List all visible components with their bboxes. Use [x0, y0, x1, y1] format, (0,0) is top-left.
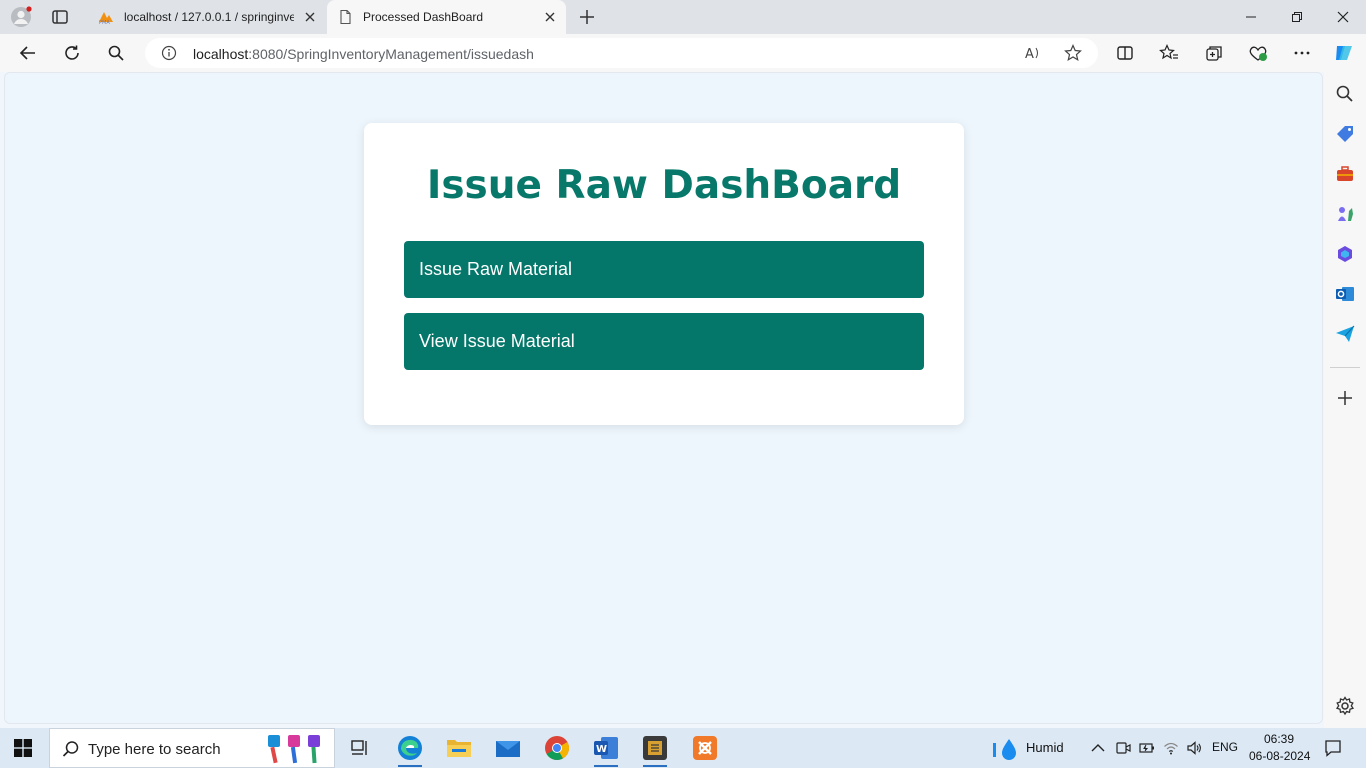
split-screen-icon — [1117, 46, 1133, 60]
shopping-tag-icon[interactable] — [1335, 124, 1355, 144]
copilot-button[interactable] — [1333, 42, 1355, 64]
collections-icon — [1206, 46, 1222, 61]
taskbar-search-box[interactable]: Type here to search — [49, 728, 335, 768]
taskbar-chrome[interactable] — [542, 733, 572, 763]
phpmyadmin-icon: PMA — [99, 12, 113, 25]
chevron-up-icon[interactable] — [1090, 740, 1106, 756]
search-icon — [108, 45, 124, 61]
weather-label[interactable]: Humid — [1026, 740, 1064, 755]
address-bar[interactable]: localhost:8080/SpringInventoryManagement… — [145, 38, 1098, 68]
notification-center-icon[interactable] — [1324, 739, 1342, 757]
refresh-button[interactable] — [61, 42, 83, 64]
edge-browser-icon — [398, 736, 422, 760]
browser-toolbar: localhost:8080/SpringInventoryManagement… — [0, 34, 1366, 72]
wifi-icon[interactable] — [1163, 740, 1179, 756]
windows-taskbar: Type here to search W Humid ENG 06:39 06… — [0, 728, 1366, 768]
tab-title: Processed DashBoard — [363, 10, 484, 24]
battery-icon[interactable] — [1139, 740, 1155, 756]
search-button[interactable] — [105, 42, 127, 64]
taskbar-word[interactable]: W — [591, 733, 621, 767]
tab-processed-dashboard[interactable]: Processed DashBoard — [327, 0, 566, 34]
copilot-icon — [1336, 46, 1352, 60]
task-view-icon — [351, 740, 367, 755]
view-issue-material-button[interactable]: View Issue Material — [404, 313, 924, 370]
tab-actions-icon[interactable] — [50, 7, 70, 27]
back-button[interactable] — [17, 42, 39, 64]
more-dots-icon — [1294, 51, 1310, 55]
url-host: localhost — [193, 46, 249, 62]
minimize-icon — [1246, 16, 1256, 18]
windows-start-icon[interactable] — [14, 739, 32, 757]
new-tab-icon[interactable] — [577, 7, 597, 27]
refresh-icon — [65, 45, 79, 60]
collections-button[interactable] — [1203, 42, 1225, 64]
read-aloud-icon[interactable]: A — [1024, 44, 1042, 62]
back-arrow-icon — [19, 46, 35, 60]
outlook-icon[interactable] — [1335, 284, 1355, 304]
search-placeholder: Type here to search — [88, 741, 221, 758]
url-text[interactable]: localhost:8080/SpringInventoryManagement… — [193, 46, 534, 62]
folder-icon — [447, 740, 471, 757]
split-screen-button[interactable] — [1114, 42, 1136, 64]
favorites-list-icon — [1159, 44, 1178, 60]
svg-text:W: W — [596, 744, 607, 755]
tab-title: localhost / 127.0.0.1 / springinve — [124, 10, 294, 24]
mail-icon — [496, 741, 520, 757]
word-icon: W — [594, 737, 618, 759]
send-message-icon[interactable] — [1335, 324, 1355, 344]
close-window-button[interactable] — [1320, 0, 1366, 34]
weather-humid-icon[interactable] — [992, 737, 1020, 761]
search-icon — [62, 741, 79, 757]
xampp-icon — [693, 736, 717, 760]
restore-icon — [1292, 12, 1302, 22]
clock-date[interactable]: 06-08-2024 — [1249, 749, 1310, 763]
close-tab-icon[interactable] — [302, 9, 318, 25]
search-highlight-paintbrush-icon — [268, 735, 320, 764]
issue-raw-material-button[interactable]: Issue Raw Material — [404, 241, 924, 298]
browser-essentials-button[interactable] — [1247, 42, 1269, 64]
tools-briefcase-icon[interactable] — [1335, 164, 1355, 184]
edge-sidebar — [1324, 72, 1366, 728]
favorites-button[interactable] — [1158, 42, 1180, 64]
minimize-button[interactable] — [1228, 0, 1274, 34]
task-view-button[interactable] — [345, 733, 375, 763]
taskbar-xampp[interactable] — [690, 733, 720, 763]
close-tab-icon[interactable] — [542, 9, 558, 25]
taskbar-app-circuit[interactable] — [640, 733, 670, 767]
svg-text:A: A — [1025, 47, 1034, 62]
svg-text:PMA: PMA — [99, 20, 110, 25]
input-language[interactable]: ENG — [1212, 740, 1238, 754]
page-title: Issue Raw DashBoard — [426, 163, 902, 208]
circuit-app-icon — [643, 736, 667, 760]
close-icon — [1337, 11, 1349, 23]
chrome-icon — [545, 736, 570, 761]
browser-titlebar: PMA localhost / 127.0.0.1 / springinve P… — [0, 0, 1366, 34]
meet-now-icon[interactable] — [1115, 740, 1131, 756]
gear-icon[interactable] — [1335, 696, 1355, 716]
taskbar-edge[interactable] — [395, 733, 425, 767]
search-icon[interactable] — [1335, 84, 1355, 104]
clock-time[interactable]: 06:39 — [1264, 732, 1294, 746]
add-icon[interactable] — [1335, 388, 1355, 408]
browser-essentials-icon — [1249, 46, 1267, 61]
speaker-volume-icon[interactable] — [1186, 740, 1202, 756]
taskbar-mail[interactable] — [493, 733, 523, 763]
profile-avatar-icon[interactable] — [10, 6, 32, 28]
page-viewport: Issue Raw DashBoard Issue Raw Material V… — [4, 72, 1323, 724]
url-path: :8080/SpringInventoryManagement/issuedas… — [248, 46, 534, 62]
sidebar-divider — [1330, 367, 1360, 368]
favorite-star-icon[interactable] — [1064, 44, 1082, 62]
settings-more-button[interactable] — [1291, 42, 1313, 64]
games-chess-icon[interactable] — [1335, 204, 1355, 224]
site-info-icon[interactable] — [161, 45, 177, 61]
page-icon — [340, 9, 351, 25]
restore-button[interactable] — [1274, 0, 1320, 34]
taskbar-file-explorer[interactable] — [444, 733, 474, 763]
dashboard-card: Issue Raw DashBoard Issue Raw Material V… — [364, 123, 964, 425]
tab-phpmyadmin[interactable]: PMA localhost / 127.0.0.1 / springinve — [88, 0, 326, 34]
microsoft-365-icon[interactable] — [1335, 244, 1355, 264]
